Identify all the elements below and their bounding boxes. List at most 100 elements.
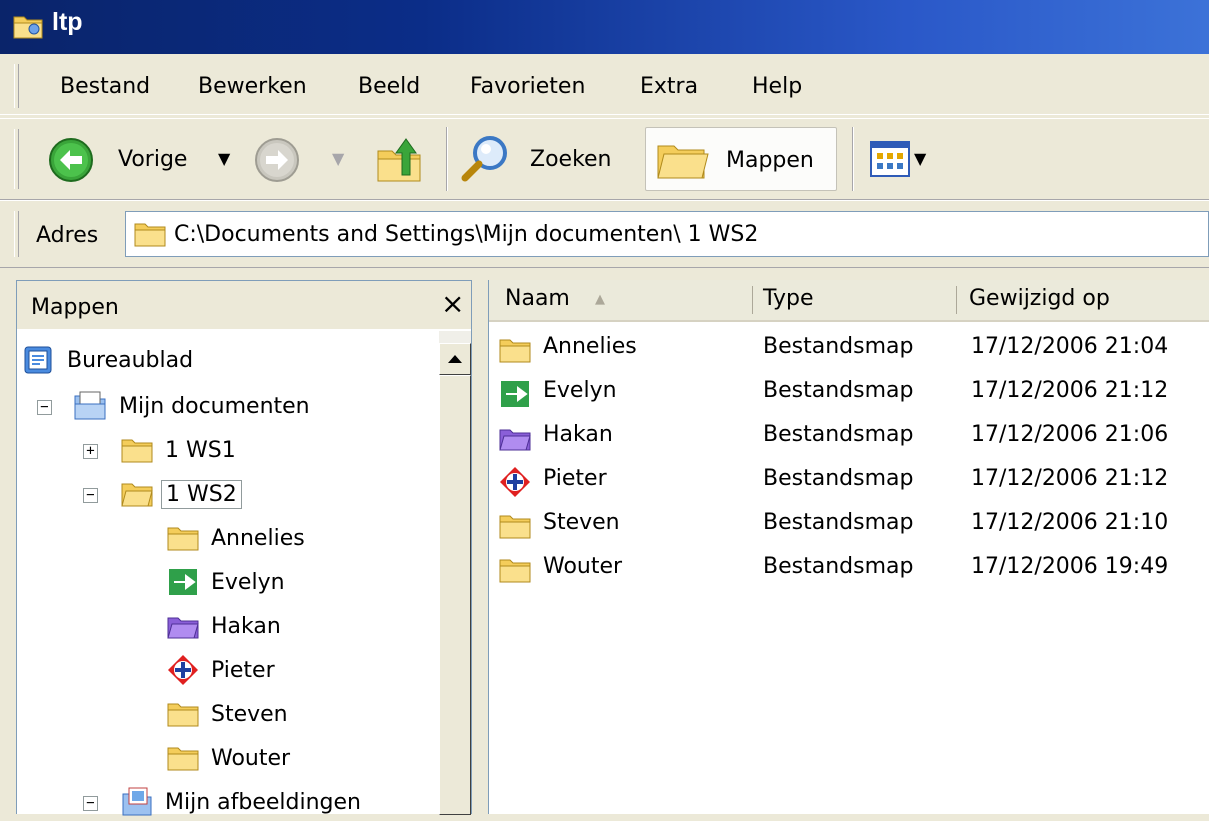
list-item-name: Steven [543, 510, 620, 535]
tree-item-1-ws2[interactable]: 1 WS2 [121, 475, 242, 513]
list-item-modified: 17/12/2006 21:10 [971, 510, 1169, 535]
tree-item-1-ws1[interactable]: 1 WS1 [121, 431, 236, 469]
tree-label: Bureaublad [67, 347, 194, 373]
list-item-name: Evelyn [543, 378, 617, 403]
title-bar[interactable]: ltp [0, 0, 1209, 54]
tree-item-mijn-afbeeldingen[interactable]: Mijn afbeeldingen [121, 783, 361, 821]
list-item-name: Pieter [543, 466, 607, 491]
forward-button[interactable] [254, 137, 300, 183]
tree-item-mijn-documenten[interactable]: Mijn documenten [73, 387, 310, 425]
list-item[interactable]: Hakan Bestandsmap 17/12/2006 21:06 [489, 416, 1209, 460]
folders-pane: Mappen × Bureaublad − Mijn documenten + [16, 280, 472, 816]
menu-grip[interactable] [14, 64, 19, 108]
list-item-type: Bestandsmap [763, 334, 914, 359]
list-item-name: Hakan [543, 422, 613, 447]
search-button[interactable] [460, 133, 512, 185]
menu-help[interactable]: Help [752, 74, 802, 99]
back-label[interactable]: Vorige [118, 147, 187, 172]
collapse-toggle[interactable]: − [83, 488, 98, 503]
list-item-modified: 17/12/2006 21:12 [971, 378, 1169, 403]
back-dropdown-icon[interactable]: ▼ [218, 149, 230, 168]
purple-folder-icon [167, 617, 199, 639]
tree-label: Steven [211, 701, 288, 727]
address-value: C:\Documents and Settings\Mijn documente… [174, 222, 759, 247]
folder-window-icon [12, 11, 44, 41]
list-item-type: Bestandsmap [763, 378, 914, 403]
views-button[interactable] [870, 141, 910, 177]
address-input[interactable]: C:\Documents and Settings\Mijn documente… [125, 211, 1209, 257]
desktop-icon [24, 346, 52, 374]
tree-label: Mijn documenten [119, 393, 310, 419]
search-icon [461, 136, 507, 182]
green-arrow-icon [169, 569, 197, 595]
folders-button[interactable]: Mappen [645, 127, 837, 191]
list-item-modified: 17/12/2006 21:12 [971, 466, 1169, 491]
tree-item-bureaublad[interactable]: Bureaublad [23, 341, 193, 379]
toolbar-grip[interactable] [14, 129, 19, 189]
views-dropdown-icon[interactable]: ▼ [914, 149, 926, 168]
toolbar-separator [446, 127, 448, 191]
my-documents-icon [74, 391, 106, 420]
menu-bar: Bestand Bewerken Beeld Favorieten Extra … [0, 58, 1209, 115]
menu-bestand[interactable]: Bestand [60, 74, 150, 99]
list-item[interactable]: Evelyn Bestandsmap 17/12/2006 21:12 [489, 372, 1209, 416]
menu-favorieten[interactable]: Favorieten [470, 74, 585, 99]
my-pictures-icon [122, 787, 152, 816]
column-header-name[interactable]: Naam ▲ [489, 280, 753, 320]
tree-item-evelyn[interactable]: Evelyn [167, 563, 285, 601]
list-item[interactable]: Annelies Bestandsmap 17/12/2006 21:04 [489, 328, 1209, 372]
back-button[interactable] [48, 137, 94, 183]
green-arrow-icon [501, 381, 529, 407]
scroll-up-button[interactable] [439, 343, 471, 375]
up-folder-icon [377, 138, 421, 182]
list-item-modified: 17/12/2006 21:06 [971, 422, 1169, 447]
tree-label: Hakan [211, 613, 281, 639]
list-item-name: Annelies [543, 334, 637, 359]
folder-icon [134, 223, 166, 247]
up-folder-button[interactable] [376, 135, 424, 185]
menu-bewerken[interactable]: Bewerken [198, 74, 307, 99]
scroll-thumb[interactable] [439, 375, 471, 815]
tree-item-pieter[interactable]: Pieter [167, 651, 275, 689]
address-bar: Adres C:\Documents and Settings\Mijn doc… [0, 200, 1209, 268]
folder-icon [499, 559, 531, 583]
folders-pane-header: Mappen × [17, 281, 471, 330]
column-headers: Naam ▲ Type Gewijzigd op [489, 280, 1209, 322]
folder-icon [499, 515, 531, 539]
menu-extra[interactable]: Extra [640, 74, 698, 99]
red-cross-icon [500, 467, 530, 497]
menu-beeld[interactable]: Beeld [358, 74, 420, 99]
collapse-toggle[interactable]: − [37, 400, 52, 415]
tree-label: 1 WS1 [165, 437, 236, 463]
tree-item-steven[interactable]: Steven [167, 695, 288, 733]
tree-item-hakan[interactable]: Hakan [167, 607, 281, 645]
list-item[interactable]: Wouter Bestandsmap 17/12/2006 19:49 [489, 548, 1209, 592]
list-item[interactable]: Pieter Bestandsmap 17/12/2006 21:12 [489, 460, 1209, 504]
tree-item-annelies[interactable]: Annelies [167, 519, 305, 557]
back-arrow-icon [49, 138, 93, 182]
list-item[interactable]: Steven Bestandsmap 17/12/2006 21:10 [489, 504, 1209, 548]
search-label[interactable]: Zoeken [530, 147, 612, 172]
tree-label: Wouter [211, 745, 291, 771]
toolbar-separator [852, 127, 854, 191]
tree-label: Mijn afbeeldingen [165, 789, 361, 815]
tree-item-wouter[interactable]: Wouter [167, 739, 290, 777]
folder-tree-scrollbar[interactable] [439, 331, 471, 815]
folder-icon [499, 339, 531, 363]
tree-label: Annelies [211, 525, 305, 551]
red-cross-icon [168, 655, 198, 685]
folder-icon [121, 439, 153, 463]
list-item-name: Wouter [543, 554, 623, 579]
forward-dropdown-icon[interactable]: ▼ [332, 149, 344, 168]
list-item-modified: 17/12/2006 19:49 [971, 554, 1169, 579]
window-title: ltp [52, 8, 83, 36]
address-grip[interactable] [14, 211, 19, 257]
close-icon[interactable]: × [441, 287, 464, 320]
folder-open-icon [121, 483, 153, 507]
collapse-toggle[interactable]: − [83, 796, 98, 811]
tree-label: Pieter [211, 657, 275, 683]
column-header-type[interactable]: Type [753, 280, 957, 320]
file-list: Naam ▲ Type Gewijzigd op Annelies Bestan… [488, 280, 1209, 814]
expand-toggle[interactable]: + [83, 444, 98, 459]
column-header-modified[interactable]: Gewijzigd op [957, 280, 1209, 320]
